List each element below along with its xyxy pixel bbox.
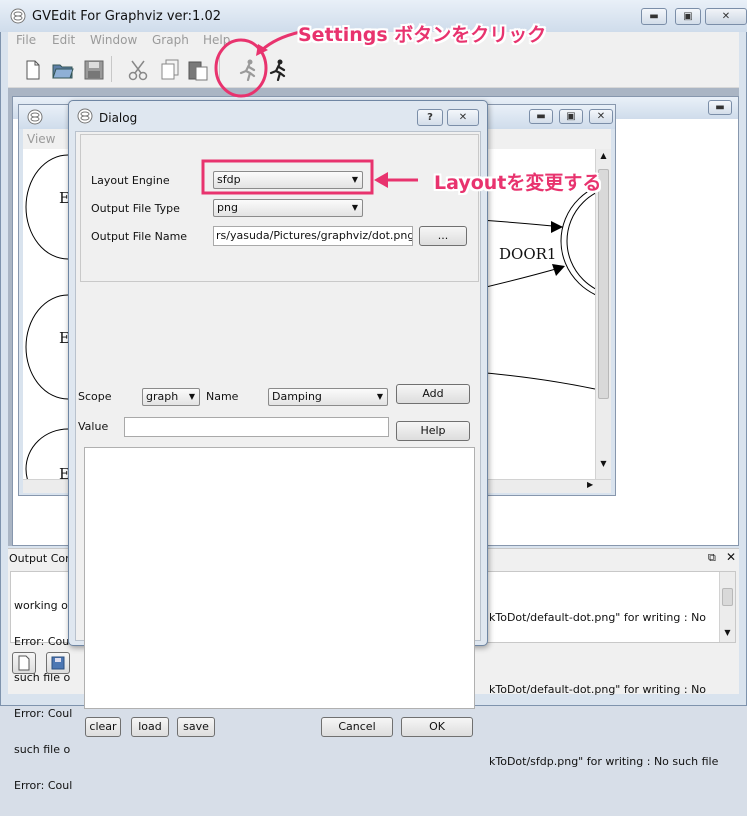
graph-node-label-door: DOOR1 (499, 245, 557, 263)
new-file-icon[interactable] (21, 58, 45, 82)
new-file-icon (18, 655, 30, 671)
run-layout-icon[interactable] (266, 58, 290, 82)
minimize-button[interactable]: ▬ (641, 8, 667, 25)
scope-select[interactable]: graph ▼ (142, 388, 200, 406)
doc-maximize-button[interactable]: ▣ (559, 109, 583, 124)
browse-button[interactable]: ... (419, 226, 467, 246)
menu-view[interactable]: View (27, 132, 55, 146)
clear-button[interactable]: clear (85, 717, 121, 737)
graph-vertical-scrollbar[interactable]: ▲ ▼ (595, 149, 611, 479)
dropdown-arrow-icon: ▼ (376, 392, 383, 401)
layout-engine-label: Layout Engine (91, 174, 170, 187)
output-name-input[interactable]: rs/yasuda/Pictures/graphviz/dot.png (213, 226, 413, 246)
scroll-up-arrow-icon[interactable]: ▲ (596, 151, 611, 160)
close-dock-icon[interactable]: ✕ (726, 550, 736, 564)
attribute-name-value: Damping (272, 390, 322, 403)
output-type-label: Output File Type (91, 202, 180, 215)
close-button[interactable]: ✕ (705, 8, 747, 25)
layout-engine-select[interactable]: sfdp ▼ (213, 171, 363, 189)
annotation-layout-text: Layoutを変更する (434, 172, 602, 194)
doc-window-icon (27, 109, 43, 125)
ok-button[interactable]: OK (401, 717, 473, 737)
graph-node (560, 186, 595, 296)
output-scroll-thumb[interactable] (722, 588, 733, 606)
layout-engine-value: sfdp (217, 173, 241, 186)
dialog-titlebar: Dialog ? ✕ (69, 101, 487, 131)
toolbar-separator (219, 56, 220, 82)
cancel-button[interactable]: Cancel (321, 717, 393, 737)
back-minimize-button[interactable]: ▬ (708, 100, 732, 115)
scroll-thumb[interactable] (598, 169, 609, 399)
output-name-label: Output File Name (91, 230, 188, 243)
menu-window[interactable]: Window (90, 33, 137, 47)
dialog-title: Dialog (99, 111, 138, 125)
menu-help[interactable]: Help (203, 33, 230, 47)
app-title: GVEdit For Graphviz ver:1.02 (32, 9, 221, 24)
output-line: Error: Coul (14, 707, 72, 720)
value-label: Value (78, 420, 109, 433)
dialog-close-button[interactable]: ✕ (447, 109, 479, 126)
load-button[interactable]: load (131, 717, 169, 737)
scroll-down-arrow-icon[interactable]: ▼ (720, 628, 735, 637)
scope-label: Scope (78, 390, 112, 403)
menu-graph[interactable]: Graph (152, 33, 189, 47)
copy-icon[interactable] (158, 58, 182, 82)
output-line: working on (14, 599, 72, 612)
output-line: kToDot/default-dot.png" for writing : No (489, 683, 707, 696)
output-line: such file o (14, 743, 71, 756)
menu-edit[interactable]: Edit (52, 33, 75, 47)
toolbar-separator (111, 56, 112, 82)
save-disk-icon (51, 656, 65, 670)
dialog-app-icon (77, 108, 93, 124)
doc-minimize-button[interactable]: ▬ (529, 109, 553, 124)
save-button[interactable]: save (177, 717, 215, 737)
output-line: kToDot/sfdp.png" for writing : No such f… (489, 755, 719, 768)
cut-scissors-icon[interactable] (126, 58, 150, 82)
save-disk-icon[interactable] (82, 58, 106, 82)
new-output-button[interactable] (12, 652, 36, 674)
save-output-button[interactable] (46, 652, 70, 674)
app-icon (10, 8, 26, 24)
dialog-body: Layout Engine sfdp ▼ Output File Type pn… (75, 131, 481, 737)
annotation-settings-text: Settings ボタンをクリック (298, 24, 547, 46)
attribute-name-label: Name (206, 390, 239, 403)
output-console-title: Output Con (9, 552, 73, 565)
settings-runner-icon[interactable] (236, 58, 260, 82)
add-attribute-button[interactable]: Add (396, 384, 470, 404)
output-scrollbar[interactable]: ▼ (719, 572, 735, 642)
output-line: Error: Coul (14, 779, 72, 792)
menu-file[interactable]: File (16, 33, 36, 47)
attribute-list[interactable] (84, 447, 475, 709)
paste-icon[interactable] (186, 58, 210, 82)
scroll-down-arrow-icon[interactable]: ▼ (596, 459, 611, 468)
attribute-name-select[interactable]: Damping ▼ (268, 388, 388, 406)
settings-dialog: Dialog ? ✕ Layout Engine sfdp ▼ Output F… (68, 100, 488, 737)
dropdown-arrow-icon: ▼ (188, 392, 195, 401)
attribute-value-input[interactable] (124, 417, 389, 437)
graph-node (566, 192, 595, 290)
scroll-right-arrow-icon[interactable]: ▶ (587, 480, 593, 489)
scope-value: graph (146, 390, 179, 403)
output-settings-group: Layout Engine sfdp ▼ Output File Type pn… (80, 134, 479, 282)
float-dock-icon[interactable]: ⧉ (708, 551, 716, 565)
maximize-button[interactable]: ▣ (675, 8, 701, 25)
toolbar (8, 50, 739, 88)
dropdown-arrow-icon: ▼ (351, 175, 358, 184)
dialog-help-button[interactable]: ? (417, 109, 443, 126)
output-line: kToDot/default-dot.png" for writing : No (489, 611, 707, 624)
output-type-select[interactable]: png ▼ (213, 199, 363, 217)
output-type-value: png (217, 201, 238, 214)
graph-edge-arrow (551, 221, 563, 233)
output-line: Error: Coul (14, 635, 72, 648)
dropdown-arrow-icon: ▼ (351, 203, 358, 212)
attribute-help-button[interactable]: Help (396, 421, 470, 441)
doc-close-button[interactable]: ✕ (589, 109, 613, 124)
open-folder-icon[interactable] (51, 58, 75, 82)
